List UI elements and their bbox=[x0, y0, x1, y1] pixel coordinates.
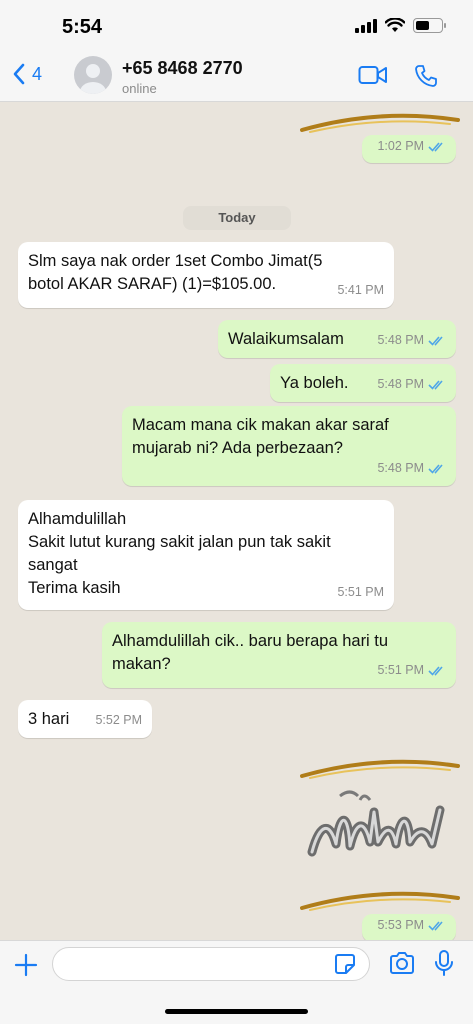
contact-name: +65 8468 2770 bbox=[122, 58, 243, 78]
message-bubble-outgoing[interactable]: Alhamdulillah cik.. baru berapa hari tu … bbox=[102, 622, 456, 688]
message-bubble-outgoing[interactable]: Ya boleh. 5:48 PM bbox=[270, 364, 456, 402]
message-bubble-outgoing[interactable]: Walaikumsalam 5:48 PM bbox=[218, 320, 456, 358]
microphone-icon[interactable] bbox=[434, 949, 454, 977]
message-time: 1:02 PM bbox=[377, 139, 424, 153]
read-ticks-icon bbox=[428, 464, 443, 474]
message-text: Slm saya nak order 1set Combo Jimat(5 bo… bbox=[28, 252, 323, 293]
contact-status: online bbox=[122, 81, 157, 96]
plus-icon[interactable] bbox=[14, 953, 38, 977]
message-time: 5:51 PM bbox=[337, 585, 384, 599]
status-bar: 5:54 bbox=[0, 0, 473, 52]
status-time: 5:54 bbox=[62, 16, 103, 38]
message-time: 5:41 PM bbox=[337, 283, 384, 297]
home-indicator[interactable] bbox=[165, 1009, 308, 1014]
camera-icon[interactable] bbox=[388, 951, 416, 975]
message-bubble-incoming[interactable]: 3 hari 5:52 PM bbox=[18, 700, 152, 738]
read-ticks-icon bbox=[428, 666, 443, 676]
default-avatar-icon bbox=[80, 64, 106, 94]
message-text: Macam mana cik makan akar saraf mujarab … bbox=[132, 416, 389, 457]
sticker-swoosh bbox=[300, 891, 460, 911]
sticker-swoosh bbox=[300, 759, 460, 779]
message-time: 5:48 PM bbox=[377, 333, 424, 347]
chevron-left-icon bbox=[13, 63, 25, 85]
message-bubble-incoming[interactable]: Slm saya nak order 1set Combo Jimat(5 bo… bbox=[18, 242, 394, 308]
avatar[interactable] bbox=[74, 56, 112, 94]
sticker-swoosh bbox=[300, 113, 460, 133]
sticker-icon[interactable] bbox=[334, 953, 356, 975]
message-time: 5:51 PM bbox=[377, 663, 424, 677]
cellular-signal-icon bbox=[355, 18, 377, 33]
video-call-icon[interactable] bbox=[358, 64, 388, 86]
phone-call-icon[interactable] bbox=[414, 64, 438, 88]
composer-bar bbox=[0, 940, 473, 1024]
alhamdulillah-sticker-image[interactable] bbox=[300, 782, 450, 872]
read-ticks-icon bbox=[428, 921, 443, 931]
message-time: 5:52 PM bbox=[95, 713, 142, 727]
message-bubble-incoming[interactable]: Alhamdulillah Sakit lutut kurang sakit j… bbox=[18, 500, 394, 610]
read-ticks-icon bbox=[428, 380, 443, 390]
message-bubble-outgoing[interactable]: 5:53 PM bbox=[362, 914, 456, 940]
message-bubble-outgoing[interactable]: 1:02 PM bbox=[362, 135, 456, 163]
message-time: 5:53 PM bbox=[377, 918, 424, 932]
read-ticks-icon bbox=[428, 142, 443, 152]
message-time: 5:48 PM bbox=[377, 377, 424, 391]
date-separator: Today bbox=[183, 206, 291, 230]
message-time: 5:48 PM bbox=[377, 461, 424, 475]
contact-info[interactable]: +65 8468 2770 online bbox=[122, 58, 243, 96]
chat-header: 4 +65 8468 2770 online bbox=[0, 52, 473, 102]
message-text: Alhamdulillah Sakit lutut kurang sakit j… bbox=[28, 510, 331, 597]
back-button[interactable]: 4 bbox=[12, 63, 42, 85]
unread-count: 4 bbox=[32, 63, 43, 84]
battery-icon bbox=[413, 18, 446, 33]
wifi-icon bbox=[385, 18, 405, 32]
message-bubble-outgoing[interactable]: Macam mana cik makan akar saraf mujarab … bbox=[122, 406, 456, 486]
read-ticks-icon bbox=[428, 336, 443, 346]
message-list[interactable]: 1:02 PM Today Slm saya nak order 1set Co… bbox=[0, 102, 473, 940]
message-input[interactable] bbox=[52, 947, 370, 981]
